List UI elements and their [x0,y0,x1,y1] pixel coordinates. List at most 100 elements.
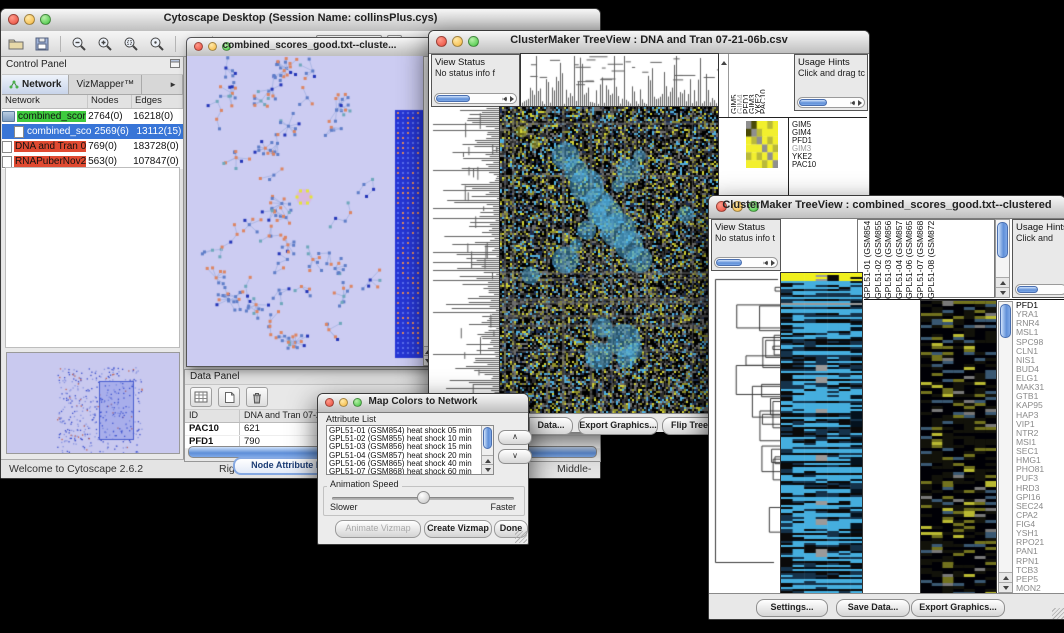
create-vizmap-button[interactable]: Create Vizmap [424,520,492,538]
control-panel-title: Control Panel [6,59,67,70]
scroll-thumb[interactable] [1017,286,1038,293]
tab-network[interactable]: Network [2,75,69,94]
arrow-up-icon [721,61,727,65]
gene-list-vscrollbar[interactable] [998,301,1013,593]
network-table-row[interactable]: combined_sco2569(6)13112(15) [2,124,183,139]
view-status-hscrollbar[interactable] [434,93,517,104]
selected-cluster-heatmap[interactable] [921,301,996,593]
file-icon [2,141,12,153]
zoom-selected-button[interactable] [120,34,142,54]
scroll-arrows[interactable] [850,99,862,106]
scroll-thumb[interactable] [799,99,827,106]
array-label[interactable]: GIM5 [730,60,736,114]
usage-hints-title: Usage Hints [1016,222,1064,233]
array-label[interactable]: PFD1 [742,60,748,114]
scroll-up-button[interactable] [999,572,1012,582]
animate-vizmap-button[interactable]: Animate Vizmap [335,520,421,538]
array-label[interactable]: GPL51-07 (GSM868) [915,221,926,299]
scroll-thumb[interactable] [997,222,1008,258]
scroll-down-button[interactable] [482,464,493,474]
save-data-button[interactable]: Save Data... [836,599,910,617]
array-label[interactable]: GPL51-03 (GSM856) [883,221,894,299]
column-id[interactable]: ID [185,410,240,422]
heatmap-matrix[interactable] [781,273,862,593]
array-label[interactable]: PAC10 [759,60,765,114]
gene-dendrogram[interactable] [711,273,780,593]
tabs-overflow-button[interactable]: ► [164,75,183,94]
usage-hints-hscrollbar[interactable] [1015,284,1064,295]
scroll-thumb[interactable] [716,259,742,266]
network-table-row[interactable]: DNA and Tran 07769(0)183728(0) [2,139,183,154]
gene-dendrogram[interactable] [431,107,500,413]
select-attributes-button[interactable] [190,387,212,407]
zoom-in-button[interactable] [94,34,116,54]
gene-label[interactable]: PAC10 [792,161,864,169]
speed-slider-thumb[interactable] [417,491,430,504]
open-session-button[interactable] [5,34,27,54]
scroll-arrows[interactable] [763,259,775,266]
treeview-dna-titlebar[interactable]: ClusterMaker TreeView : DNA and Tran 07-… [429,31,869,54]
folder-icon [2,111,15,122]
column-edges[interactable]: Edges [132,95,183,108]
panel-divider [864,299,1064,300]
export-graphics-button[interactable]: Export Graphics... [578,417,658,435]
move-up-button[interactable]: ∧ [498,430,532,445]
column-nodes[interactable]: Nodes [88,95,132,108]
export-graphics-button[interactable]: Export Graphics... [911,599,1005,617]
save-session-button[interactable] [31,34,53,54]
column-network[interactable]: Network [2,95,88,108]
array-label[interactable]: GPL51-02 (GSM855) [873,221,884,299]
resize-grip[interactable] [1052,608,1064,620]
selected-cluster-heatmap[interactable] [746,121,778,168]
view-status-panel: View Status No status info f [431,54,520,107]
gene-list: PFD1YRA1RNR4MSL1SPC98CLN1NIS1BUD4ELG1MAK… [1016,301,1064,593]
treeview-combined-titlebar[interactable]: ClusterMaker TreeView : combined_scores_… [709,196,1064,219]
view-status-hscrollbar[interactable] [714,257,778,268]
view-status-title: View Status [435,57,519,68]
cytoscape-titlebar[interactable]: Cytoscape Desktop (Session Name: collins… [1,9,600,32]
resize-grip[interactable] [515,531,527,543]
array-label[interactable]: GPL51-06 (GSM865) [904,221,915,299]
scroll-arrows[interactable] [502,95,514,102]
scroll-down-button[interactable] [996,287,1009,297]
zoom-out-button[interactable] [68,34,90,54]
labels-vscrollbar[interactable] [995,219,1010,298]
dialog-titlebar[interactable]: Map Colors to Network [318,394,528,413]
array-label[interactable]: GIM3 [748,60,754,114]
scroll-down-button[interactable] [999,582,1012,592]
float-panel-button[interactable] [170,59,180,68]
delete-attribute-button[interactable] [246,387,268,407]
array-label[interactable]: GPL51-01 (GSM854) [862,221,873,299]
network-icon [9,80,19,89]
move-down-button[interactable]: ∨ [498,449,532,464]
scroll-thumb[interactable] [436,95,470,102]
attribute-list[interactable]: GPL51-01 (GSM854) heat shock 05 minGPL51… [326,425,494,475]
column-dendrogram[interactable] [521,54,718,107]
array-label[interactable]: GPL51-04 (GSM857) [894,221,905,299]
attribute-list-vscrollbar[interactable] [481,426,493,474]
settings-button[interactable]: Settings... [756,599,828,617]
array-label[interactable]: GIM4 [736,60,742,114]
tab-vizmapper[interactable]: VizMapper™ [69,75,142,94]
labels-scroll-strip[interactable] [720,54,729,117]
scroll-thumb[interactable] [483,427,492,449]
attribute-list-label: Attribute List [326,414,376,424]
array-label[interactable]: GPL51-08 (GSM872) [926,221,937,299]
new-attribute-button[interactable] [218,387,240,407]
network-canvas[interactable] [187,56,423,362]
save-data-button[interactable]: Data... [529,417,573,435]
network-table-row[interactable]: combined_scores2764(0)16218(0) [2,109,183,124]
toolbar-separator [175,36,176,52]
usage-hints-hscrollbar[interactable] [797,97,865,108]
heatmap-matrix[interactable] [500,107,718,413]
new-file-icon [224,391,235,404]
usage-hints-text: Click and [1016,233,1064,243]
birdseye-overview[interactable] [6,352,180,454]
scroll-thumb[interactable] [1000,304,1011,338]
zoom-fit-button[interactable] [146,34,168,54]
slower-label: Slower [330,502,358,512]
network-view-titlebar[interactable]: combined_scores_good.txt--cluste... [187,38,432,57]
attribute-item[interactable]: GPL51-07 (GSM868) heat shock 60 min [329,468,481,475]
scroll-up-button[interactable] [996,277,1009,287]
gene-label[interactable]: MON2 [1016,584,1064,593]
